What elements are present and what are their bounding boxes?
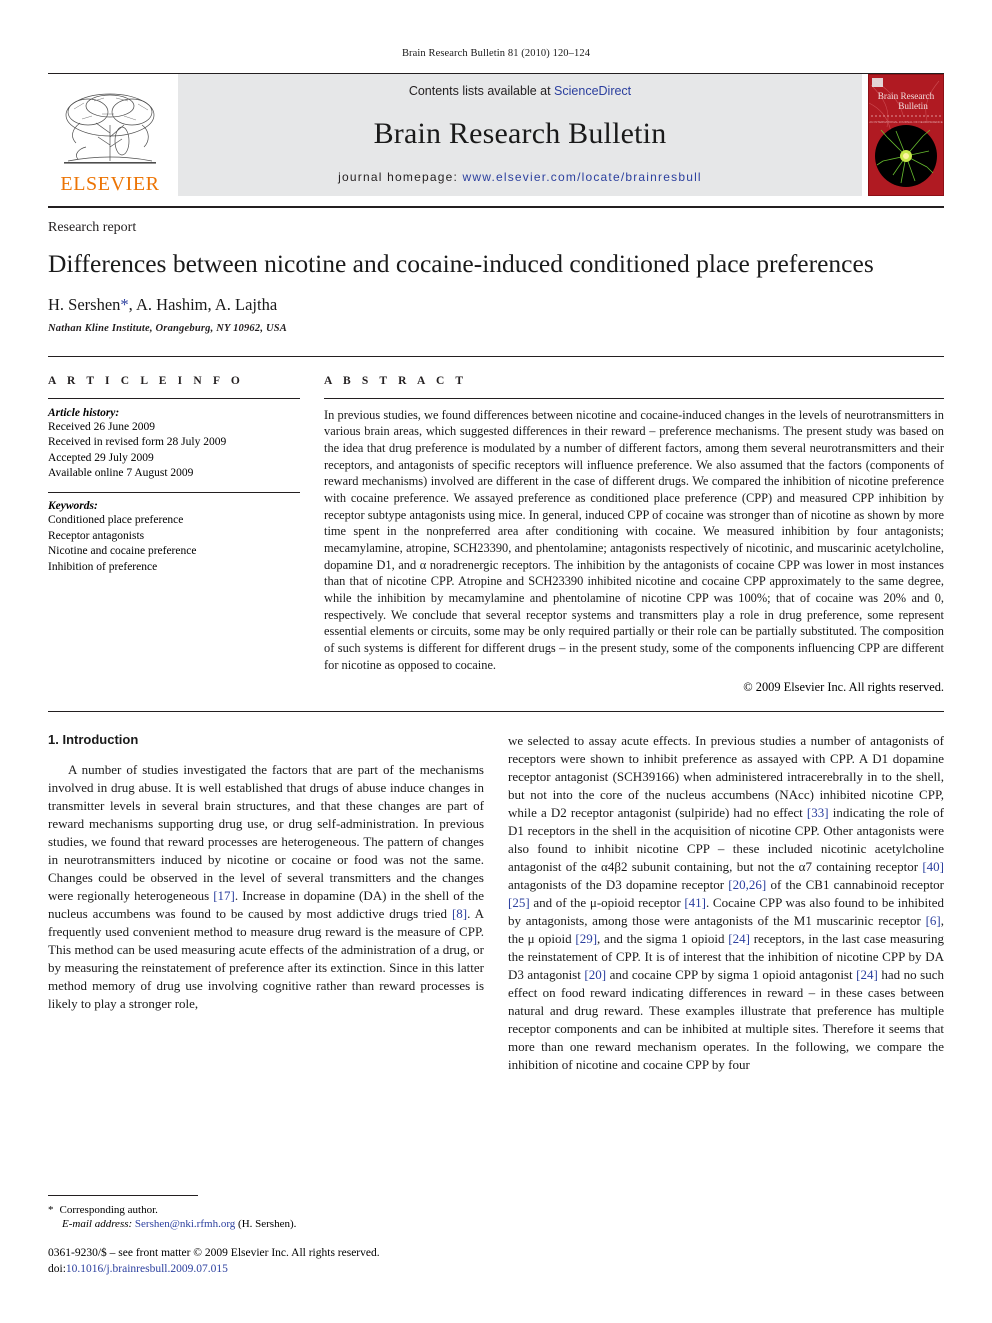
intro-paragraph-left: A number of studies investigated the fac… <box>48 761 484 1013</box>
intro-r-11: had no such effect on food reward indica… <box>508 967 944 1073</box>
keyword-item: Nicotine and cocaine preference <box>48 545 197 558</box>
abstract-label: A B S T R A C T <box>324 374 468 387</box>
article-info-label: A R T I C L E I N F O <box>48 374 244 387</box>
journal-band: Contents lists available at ScienceDirec… <box>178 74 862 196</box>
history-item: Accepted 29 July 2009 <box>48 451 154 464</box>
cover-artwork: Brain Research Bulletin AN INTERNATIONAL… <box>869 75 943 195</box>
reference-link[interactable]: [6] <box>926 913 941 928</box>
elsevier-tree-icon <box>64 93 156 164</box>
article-info-column: A R T I C L E I N F O Article history: R… <box>48 375 300 696</box>
corresponding-author-text: Corresponding author. <box>59 1203 158 1216</box>
issn-copyright-line: 0361-9230/$ – see front matter © 2009 El… <box>48 1246 380 1259</box>
elsevier-wordmark: ELSEVIER <box>60 173 160 195</box>
intro-text-3: . A frequently used convenient method to… <box>48 906 484 1012</box>
paper-page: Brain Research Bulletin 81 (2010) 120–12… <box>0 0 992 1323</box>
footnote-rule <box>48 1194 198 1196</box>
intro-r-5: and of the μ-opioid receptor <box>529 895 685 911</box>
abstract-rule <box>324 397 944 399</box>
intro-r-4: of the CB1 cannabinoid receptor <box>766 877 945 893</box>
corresponding-author-note: * Corresponding author. <box>48 1203 484 1218</box>
keyword-item: Receptor antagonists <box>48 529 145 542</box>
article-info-rule <box>48 397 300 399</box>
intro-paragraph-right: we selected to assay acute effects. In p… <box>508 732 944 1074</box>
author-first: H. Sershen <box>48 294 121 314</box>
reference-link[interactable]: [17] <box>213 888 235 903</box>
email-suffix: (H. Sershen). <box>238 1218 297 1231</box>
email-label: E-mail address: <box>62 1218 133 1231</box>
journal-title: Brain Research Bulletin <box>373 117 667 150</box>
running-head: Brain Research Bulletin 81 (2010) 120–12… <box>401 48 591 59</box>
doi-label: doi: <box>48 1262 66 1275</box>
footnote-star: * <box>48 1203 54 1216</box>
homepage-prefix: journal homepage: <box>338 170 463 184</box>
contents-available-line: Contents lists available at ScienceDirec… <box>409 84 631 98</box>
reference-link[interactable]: [40] <box>922 859 944 874</box>
article-type-label: Research report <box>48 220 137 235</box>
body-columns: 1. Introduction A number of studies inve… <box>48 712 944 1232</box>
corresponding-author-marker: * <box>120 294 129 314</box>
email-note: E-mail address: Sershen@nki.rfmh.org (H.… <box>48 1217 484 1232</box>
author-rest: , A. Hashim, A. Lajtha <box>128 294 278 314</box>
abstract-column: A B S T R A C T In previous studies, we … <box>324 375 944 696</box>
svg-text:Bulletin: Bulletin <box>898 101 928 111</box>
body-column-right: we selected to assay acute effects. In p… <box>508 732 944 1232</box>
reference-link[interactable]: [24] <box>856 967 878 982</box>
contents-prefix: Contents lists available at <box>408 84 555 98</box>
sciencedirect-link[interactable]: ScienceDirect <box>554 84 631 98</box>
reference-link[interactable]: [41] <box>684 895 706 910</box>
history-item: Received 26 June 2009 <box>48 420 155 433</box>
abstract-copyright: © 2009 Elsevier Inc. All rights reserved… <box>743 680 944 695</box>
footnote-block: * Corresponding author. E-mail address: S… <box>48 1194 484 1233</box>
intro-r-8: , and the sigma 1 opioid <box>597 931 729 947</box>
elsevier-logo: ELSEVIER <box>48 74 172 196</box>
journal-cover-thumbnail: Brain Research Bulletin AN INTERNATIONAL… <box>868 74 944 196</box>
article-history-heading: Article history: <box>48 406 120 419</box>
journal-homepage-line: journal homepage: www.elsevier.com/locat… <box>338 170 702 184</box>
keyword-item: Conditioned place preference <box>48 514 184 527</box>
intro-r-3: antagonists of the D3 dopamine receptor <box>508 877 729 893</box>
title-block: Research report Differences between nico… <box>48 208 944 334</box>
email-link[interactable]: Sershen@nki.rfmh.org <box>135 1218 235 1230</box>
history-item: Received in revised form 28 July 2009 <box>48 436 227 449</box>
reference-link[interactable]: [25] <box>508 895 530 910</box>
reference-link[interactable]: [24] <box>728 931 750 946</box>
abstract-text: In previous studies, we found difference… <box>324 407 944 672</box>
info-abstract-region: A R T I C L E I N F O Article history: R… <box>48 357 944 696</box>
page-title: Differences between nicotine and cocaine… <box>48 249 874 278</box>
section-heading-introduction: 1. Introduction <box>48 732 139 748</box>
journal-masthead: ELSEVIER Contents lists available at Sci… <box>48 74 944 196</box>
imprint-block: 0361-9230/$ – see front matter © 2009 El… <box>48 1245 484 1277</box>
body-column-left: 1. Introduction A number of studies inve… <box>48 732 484 1232</box>
svg-text:Brain Research: Brain Research <box>878 91 935 101</box>
reference-link[interactable]: [20,26] <box>728 877 766 892</box>
reference-link[interactable]: [29] <box>575 931 597 946</box>
intro-r-10: and cocaine CPP by sigma 1 opioid antago… <box>606 967 857 983</box>
keywords-rule <box>48 492 300 494</box>
reference-link[interactable]: [33] <box>807 805 829 820</box>
history-item: Available online 7 August 2009 <box>48 467 194 480</box>
keyword-item: Inhibition of preference <box>48 560 158 573</box>
reference-link[interactable]: [8] <box>452 906 467 921</box>
affiliation: Nathan Kline Institute, Orangeburg, NY 1… <box>48 322 288 334</box>
reference-link[interactable]: [20] <box>584 967 606 982</box>
intro-text-1: A number of studies investigated the fac… <box>48 762 484 904</box>
svg-text:AN INTERNATIONAL JOURNAL OF NE: AN INTERNATIONAL JOURNAL OF NEUROSCIENCE <box>869 120 942 124</box>
keywords-heading: Keywords: <box>48 500 98 513</box>
homepage-url-link[interactable]: www.elsevier.com/locate/brainresbull <box>463 170 702 184</box>
doi-line: doi:10.1016/j.brainresbull.2009.07.015 <box>48 1261 484 1277</box>
doi-link[interactable]: 10.1016/j.brainresbull.2009.07.015 <box>66 1263 228 1275</box>
author-list: H. Sershen*, A. Hashim, A. Lajtha <box>48 295 944 315</box>
